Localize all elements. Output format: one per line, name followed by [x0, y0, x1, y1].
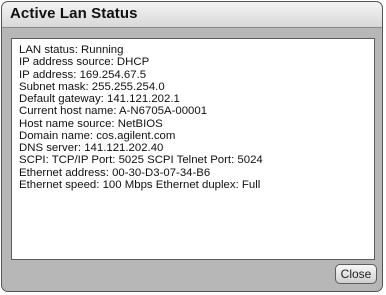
- lan-status-panel: LAN status: Running IP address source: D…: [11, 38, 375, 260]
- domain-name-line: Domain name: cos.agilent.com: [19, 129, 176, 142]
- ip-address-line: IP address: 169.254.67.5: [19, 68, 147, 81]
- current-host-name-line: Current host name: A-N6705A-00001: [19, 105, 208, 118]
- scpi-port-line: SCPI: TCP/IP Port: 5025 SCPI Telnet Port…: [19, 154, 263, 167]
- dialog-titlebar: Active Lan Status: [2, 2, 382, 28]
- subnet-mask-line: Subnet mask: 255.255.254.0: [19, 80, 165, 93]
- close-button[interactable]: Close: [335, 264, 377, 284]
- host-name-source-line: Host name source: NetBIOS: [19, 117, 163, 130]
- ethernet-address-line: Ethernet address: 00-30-D3-07-34-B6: [19, 166, 211, 179]
- lan-status-line: LAN status: Running: [19, 44, 124, 56]
- ethernet-speed-duplex-line: Ethernet speed: 100 Mbps Ethernet duplex…: [19, 178, 261, 191]
- default-gateway-line: Default gateway: 141.121.202.1: [19, 93, 180, 105]
- dns-server-line: DNS server: 141.121.202.40: [19, 142, 164, 154]
- dialog-title: Active Lan Status: [10, 5, 138, 22]
- active-lan-status-dialog: Active Lan Status LAN status: Running IP…: [1, 1, 383, 292]
- ip-address-source-line: IP address source: DHCP: [19, 56, 150, 69]
